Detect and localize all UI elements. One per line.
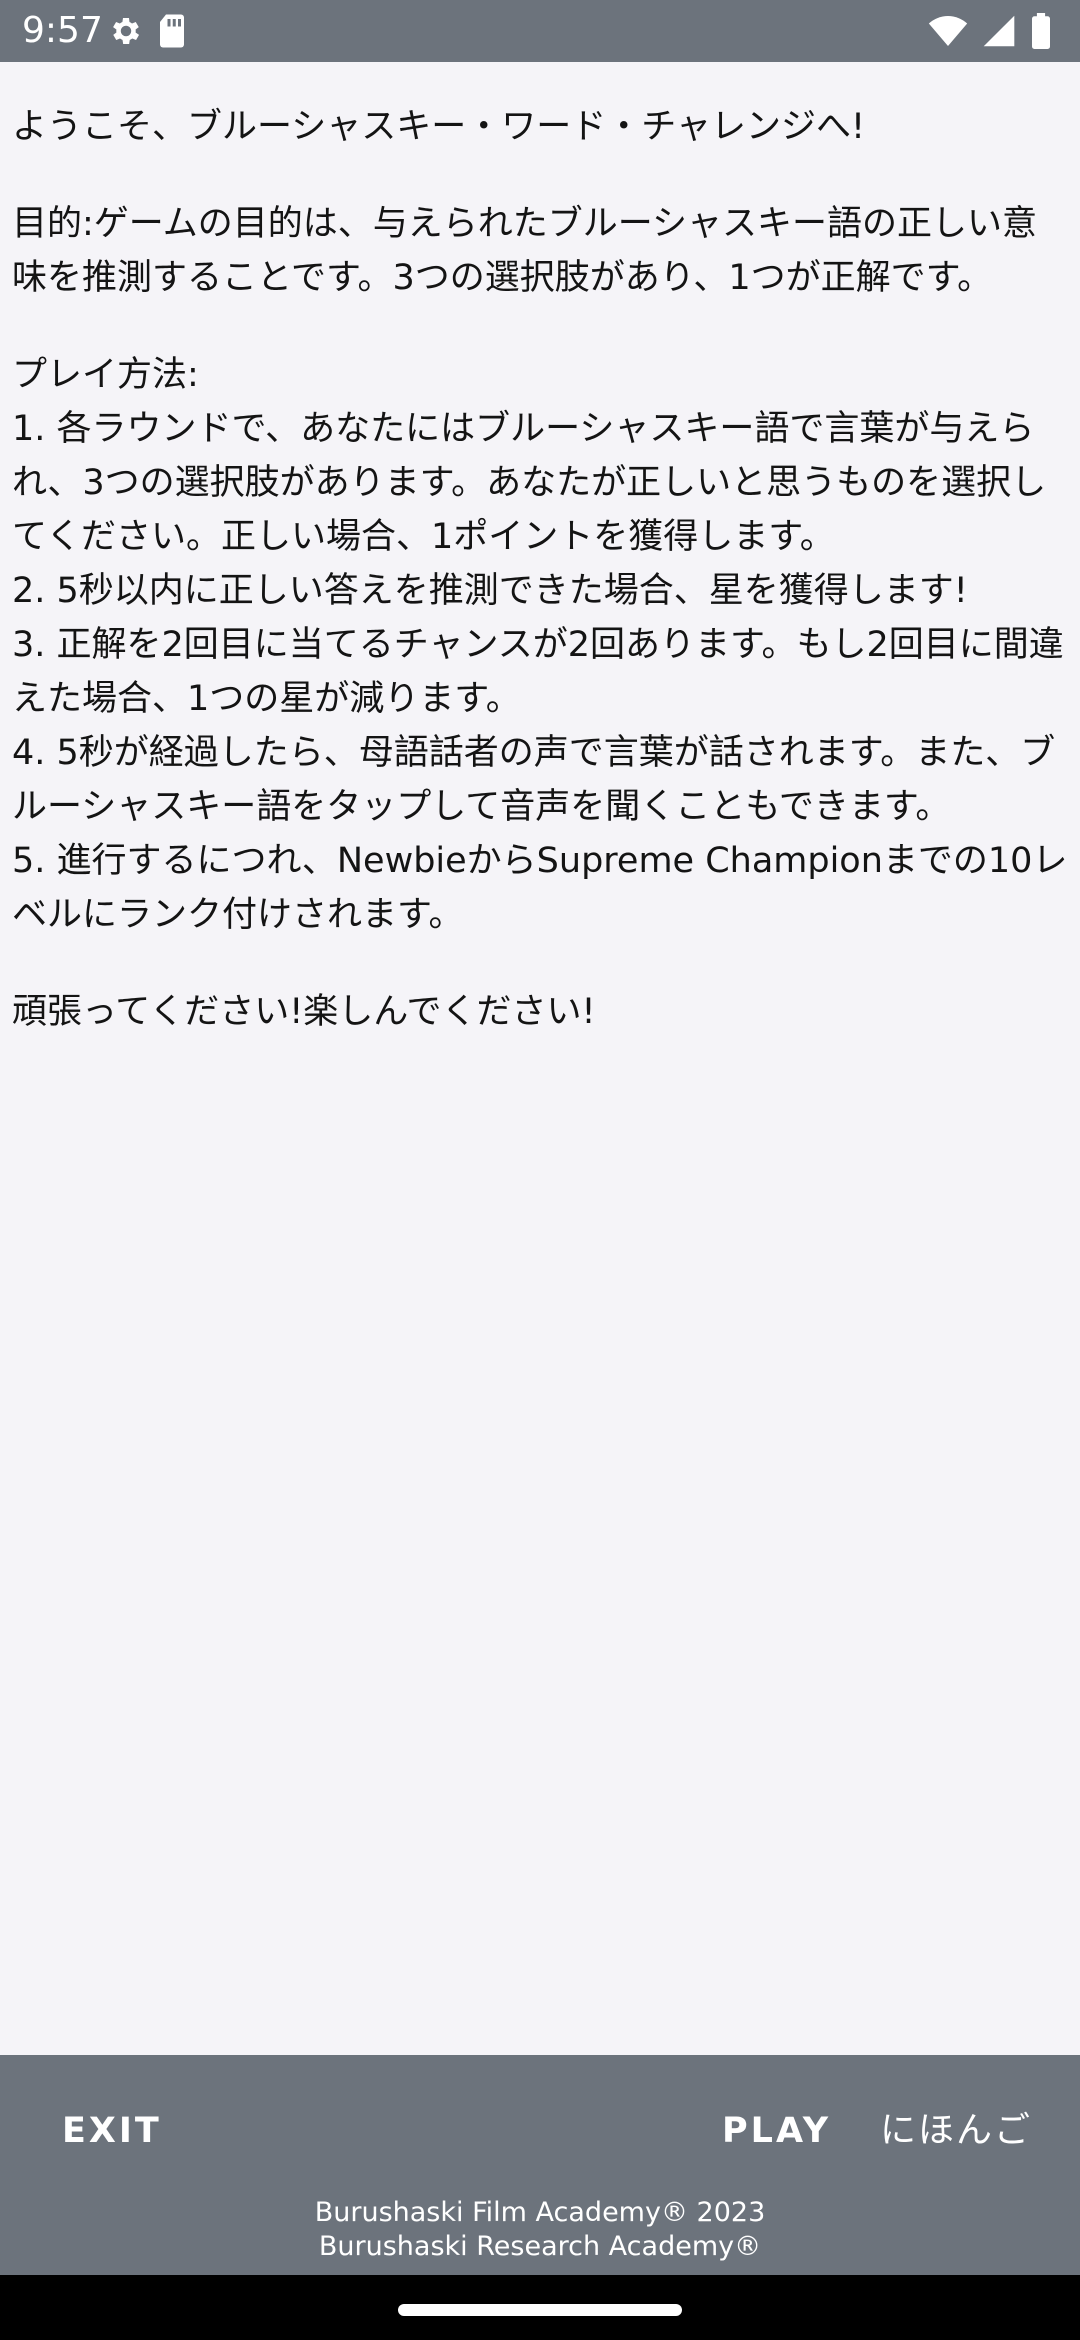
rule-item: 1. 各ラウンドで、あなたにはブルーシャスキー語で言葉が与えられ、3つの選択肢が… <box>12 409 1047 557</box>
sd-card-icon <box>160 14 184 48</box>
rule-item: 4. 5秒が経過したら、母語話者の声で言葉が話されます。また、ブルーシャスキー語… <box>12 733 1056 827</box>
rule-item: 2. 5秒以内に正しい答えを推測できた場合、星を獲得します! <box>12 571 968 611</box>
cell-signal-icon <box>983 15 1015 47</box>
footer-line-1: Burushaski Film Academy® 2023 <box>314 2197 766 2228</box>
status-right-icons <box>928 13 1052 49</box>
closing-text: 頑張ってください!楽しんでください! <box>12 992 596 1032</box>
home-indicator[interactable] <box>398 2304 682 2316</box>
status-bar: 9:57 <box>0 0 1080 62</box>
rule-item: 3. 正解を2回目に当てるチャンスが2回あります。もし2回目に間違えた場合、1つ… <box>12 625 1064 719</box>
language-button[interactable]: にほんご <box>880 2100 1032 2162</box>
wifi-icon <box>928 16 968 46</box>
footer-credits: Burushaski Film Academy® 2023 Burushaski… <box>0 2196 1080 2264</box>
play-button[interactable]: PLAY <box>722 2100 831 2162</box>
exit-button[interactable]: EXIT <box>62 2100 162 2162</box>
status-time: 9:57 <box>22 10 103 51</box>
how-to-play-section: プレイ方法: 1. 各ラウンドで、あなたにはブルーシャスキー語で言葉が与えられ、… <box>12 348 1068 942</box>
status-left-icons <box>108 13 188 49</box>
objective-text: 目的:ゲームの目的は、与えられたブルーシャスキー語の正しい意味を推測することです… <box>12 204 1038 298</box>
battery-icon <box>1032 13 1050 49</box>
welcome-text: ようこそ、ブルーシャスキー・ワード・チャレンジへ! <box>12 107 865 147</box>
screen: 9:57 ようこそ、ブルーシャスキー・ワード・チャレンジへ! 目的:ゲームの目的… <box>0 0 1080 2340</box>
how-to-play-title: プレイ方法: <box>12 355 199 395</box>
rule-item: 5. 進行するにつれ、NewbieからSupreme Championまでの10… <box>12 841 1068 935</box>
settings-icon <box>113 17 140 45</box>
footer-line-2: Burushaski Research Academy® <box>318 2231 762 2262</box>
instructions-content: ようこそ、ブルーシャスキー・ワード・チャレンジへ! 目的:ゲームの目的は、与えら… <box>12 100 1068 1039</box>
